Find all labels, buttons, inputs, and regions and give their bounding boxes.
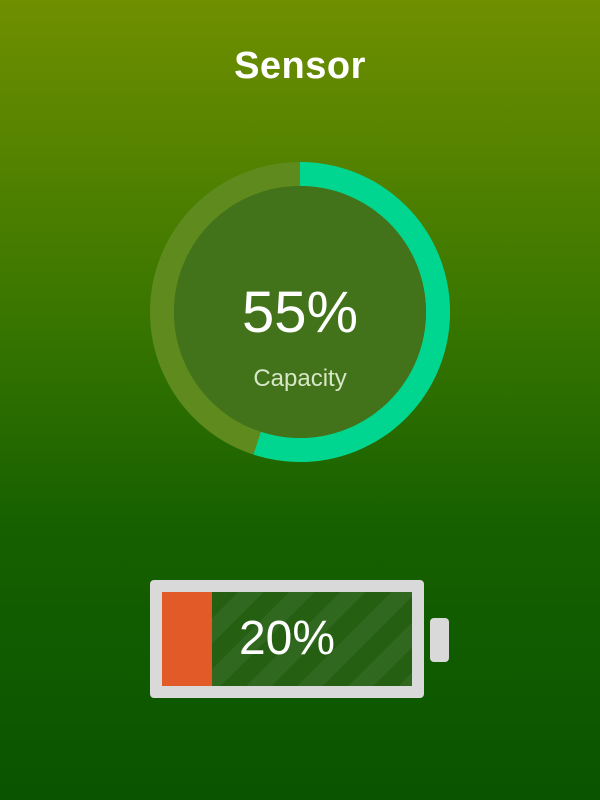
capacity-label: Capacity [253,365,347,392]
battery-indicator: 20% [150,580,424,698]
battery-terminal [430,618,449,662]
capacity-value: 55% [241,280,359,345]
battery-value: 20% [238,612,336,665]
capacity-gauge: 55% Capacity [150,162,450,462]
page-title: Sensor [234,45,366,87]
